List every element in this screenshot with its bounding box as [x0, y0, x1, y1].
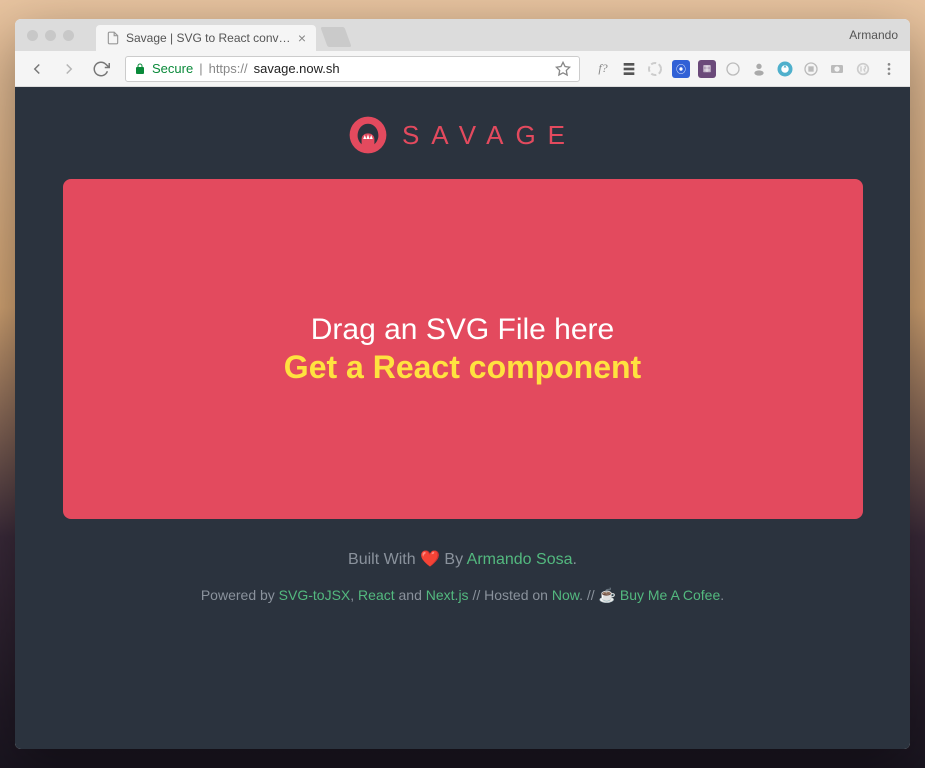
menu-icon[interactable] [880, 60, 898, 78]
close-window-button[interactable] [27, 30, 38, 41]
built-with-label: Built With [348, 551, 420, 568]
secure-label: Secure [152, 61, 193, 76]
extension-icon[interactable] [724, 60, 742, 78]
url-host: savage.now.sh [254, 61, 340, 76]
extensions-area: f? ⦿ ▦ [590, 60, 902, 78]
browser-toolbar: Secure | https:// savage.now.sh f? ⦿ ▦ [15, 51, 910, 87]
browser-window: Savage | SVG to React convert × Armando … [15, 19, 910, 749]
address-bar[interactable]: Secure | https:// savage.now.sh [125, 56, 580, 82]
file-icon [106, 31, 120, 45]
by-label: By [440, 551, 467, 568]
lock-icon [134, 62, 146, 76]
window-controls [15, 30, 86, 41]
profile-label[interactable]: Armando [849, 28, 898, 42]
footer: Built With ❤️ By Armando Sosa. Powered b… [201, 549, 724, 604]
extension-icon[interactable] [828, 60, 846, 78]
tab-bar: Savage | SVG to React convert × Armando [15, 19, 910, 51]
author-link[interactable]: Armando Sosa [467, 551, 573, 568]
brand-name: SAVAGE [402, 120, 577, 151]
reload-button[interactable] [87, 55, 115, 83]
maximize-window-button[interactable] [63, 30, 74, 41]
minimize-window-button[interactable] [45, 30, 56, 41]
extension-icon[interactable] [776, 60, 794, 78]
heart-icon: ❤️ [420, 551, 440, 568]
dropzone-text-line2: Get a React component [284, 349, 641, 386]
shark-logo-icon [348, 115, 388, 155]
footer-links: Powered by SVG-toJSX, React and Next.js … [201, 587, 724, 604]
dropzone-text-line1: Drag an SVG File here [311, 313, 614, 347]
footer-credit: Built With ❤️ By Armando Sosa. [201, 549, 724, 569]
dropzone[interactable]: Drag an SVG File here Get a React compon… [63, 179, 863, 519]
url-separator: | [199, 61, 202, 76]
nextjs-link[interactable]: Next.js [426, 587, 469, 603]
powered-by-label: Powered by [201, 587, 279, 603]
url-protocol: https:// [209, 61, 248, 76]
new-tab-button[interactable] [320, 27, 351, 47]
extension-icon[interactable] [802, 60, 820, 78]
extension-icon[interactable] [854, 60, 872, 78]
forward-button[interactable] [55, 55, 83, 83]
now-link[interactable]: Now [552, 587, 579, 603]
extension-icon[interactable] [646, 60, 664, 78]
bookmark-star-icon[interactable] [555, 61, 571, 77]
react-link[interactable]: React [358, 587, 395, 603]
svg-to-jsx-link[interactable]: SVG-toJSX [279, 587, 351, 603]
close-tab-icon[interactable]: × [298, 30, 306, 46]
back-button[interactable] [23, 55, 51, 83]
extension-icon[interactable] [620, 60, 638, 78]
extension-icon[interactable]: f? [594, 60, 612, 78]
extension-icon[interactable]: ⦿ [672, 60, 690, 78]
extension-icon[interactable]: ▦ [698, 60, 716, 78]
logo: SAVAGE [348, 115, 577, 155]
coffee-icon: ☕ [599, 587, 616, 603]
buy-coffee-link[interactable]: Buy Me A Cofee [620, 587, 720, 603]
browser-tab[interactable]: Savage | SVG to React convert × [96, 25, 316, 51]
page-content: SAVAGE Drag an SVG File here Get a React… [15, 87, 910, 749]
extension-icon[interactable] [750, 60, 768, 78]
tab-title: Savage | SVG to React convert [126, 31, 292, 45]
